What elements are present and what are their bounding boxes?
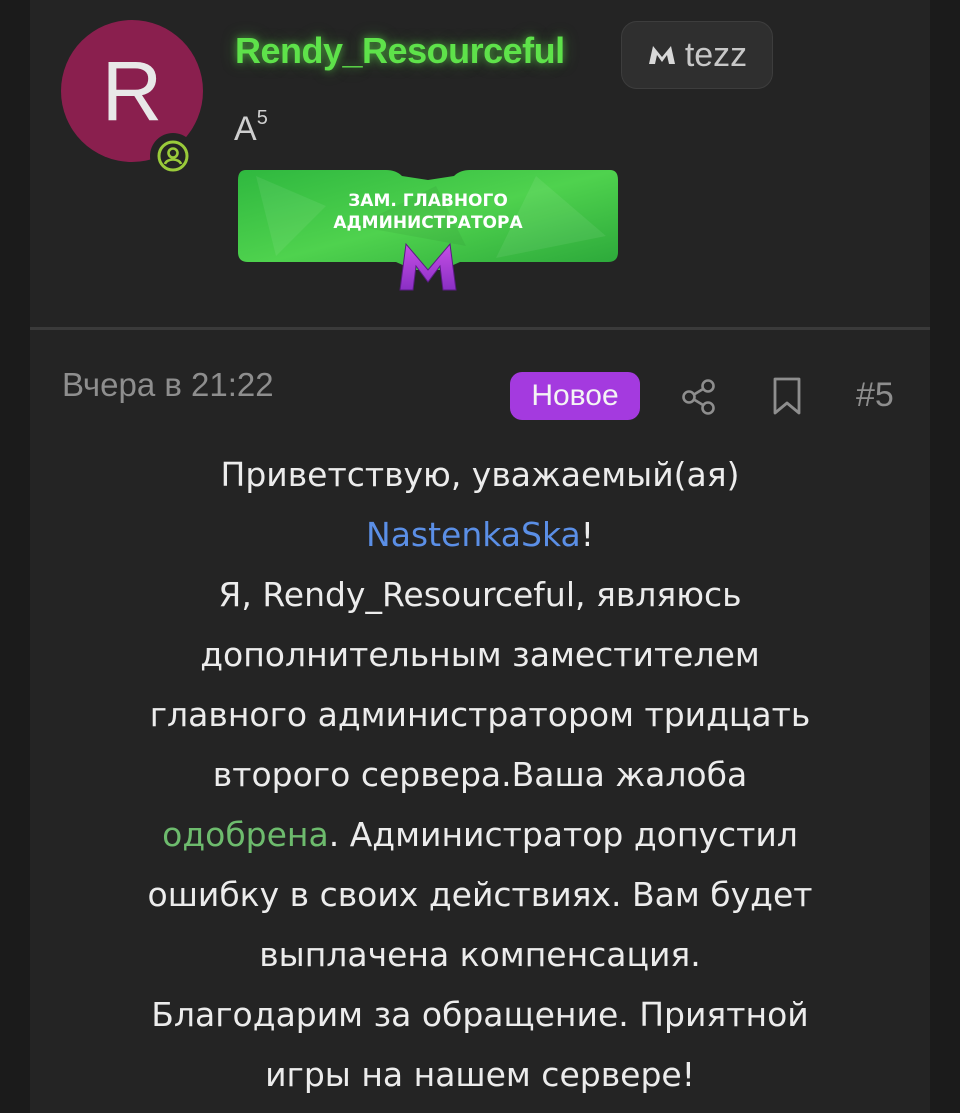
username-link[interactable]: Rendy_Resourceful — [235, 30, 565, 72]
rank-level: 5 — [256, 107, 268, 129]
message-line: игры на нашем сервере! — [265, 1055, 695, 1094]
server-tag[interactable]: tezz — [621, 21, 773, 89]
post-date-link[interactable]: Вчера в 21:22 — [62, 366, 274, 404]
new-badge: Новое — [510, 372, 640, 420]
message-line: главного администратором тридцать — [149, 695, 811, 734]
message-line: выплачена компенсация. — [259, 935, 701, 974]
message-line: Благодарим за обращение. Приятной — [151, 995, 809, 1034]
online-status-icon — [150, 133, 196, 179]
message-text: . Администратор допустил — [328, 815, 798, 854]
post-container: R Rendy_Resourceful tezz A5 ЗАМ. ГЛАВНОГ… — [30, 0, 930, 1113]
badge-line-2: АДМИНИСТРАТОРА — [333, 213, 523, 233]
message-line: второго сервера.Ваша жалоба — [212, 755, 748, 794]
message-line: Приветствую, уважаемый(ая) — [220, 455, 740, 494]
message-line: ошибку в своих действиях. Вам будет — [147, 875, 813, 914]
badge-line-1: ЗАМ. ГЛАВНОГО — [348, 191, 508, 211]
message-line: NastenkaSka! — [60, 505, 900, 565]
user-block: R Rendy_Resourceful tezz A5 ЗАМ. ГЛАВНОГ… — [30, 0, 930, 328]
user-rank: A5 — [234, 107, 268, 149]
post-number-link[interactable]: #5 — [856, 376, 894, 415]
deputy-admin-badge: ЗАМ. ГЛАВНОГО АДМИНИСТРАТОРА — [238, 170, 618, 291]
share-icon[interactable] — [680, 378, 718, 416]
user-mention-link[interactable]: NastenkaSka — [366, 515, 581, 554]
post-message: Приветствую, уважаемый(ая) NastenkaSka! … — [60, 445, 900, 1105]
avatar-letter: R — [101, 44, 163, 138]
mention-suffix: ! — [580, 515, 594, 554]
rank-letter: A — [234, 110, 257, 148]
post-meta-bar: Вчера в 21:22 Новое #5 — [30, 352, 930, 422]
message-line: Я, Rendy_Resourceful, являюсь — [218, 575, 742, 614]
server-tag-label: tezz — [684, 35, 748, 74]
approved-highlight: одобрена — [162, 815, 329, 854]
header-divider — [30, 327, 930, 330]
m-logo-icon — [648, 46, 675, 64]
bookmark-icon[interactable] — [772, 376, 802, 416]
message-line: дополнительным заместителем — [200, 635, 760, 674]
message-line: одобрена. Администратор допустил — [60, 805, 900, 865]
